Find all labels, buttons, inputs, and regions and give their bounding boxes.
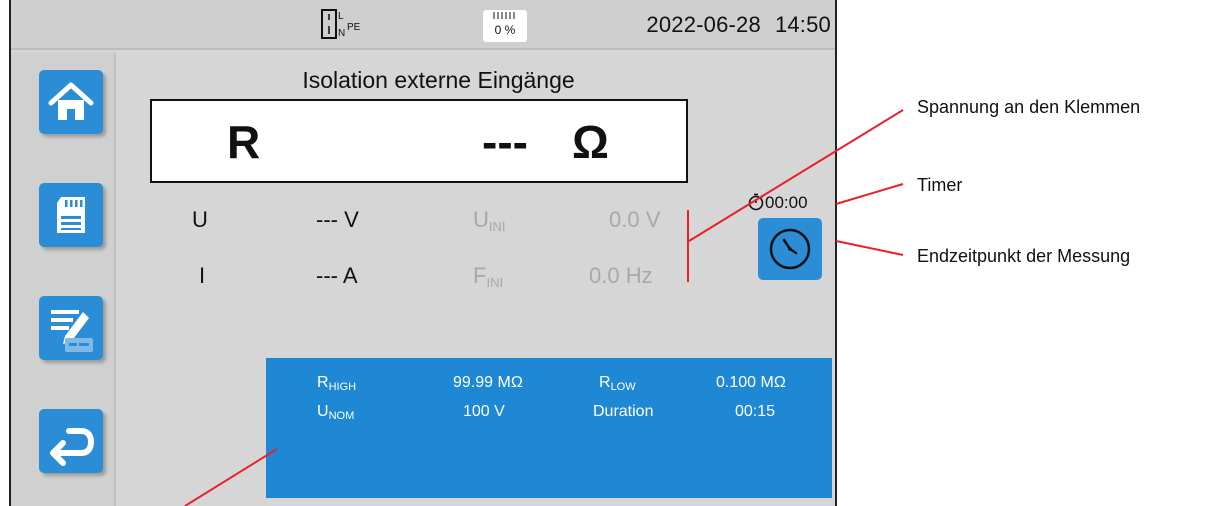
rhigh-label: RHIGH	[317, 374, 356, 393]
end-time-button[interactable]	[758, 218, 822, 280]
svg-text:L: L	[338, 11, 344, 22]
unom-main: U	[317, 403, 329, 420]
fini-main: F	[473, 263, 487, 288]
rlow-sub: LOW	[610, 381, 636, 393]
uini-main: U	[473, 207, 489, 232]
page-title: Isolation externe Eingänge	[302, 67, 575, 93]
wiring-icon: L N PE	[321, 9, 361, 39]
rhigh-sub: HIGH	[328, 381, 357, 393]
device-screen: L N PE 0 % 2022-06-28 14:50 Isolation ex…	[9, 0, 837, 506]
unom-sub: NOM	[328, 410, 355, 422]
status-date: 2022-06-28	[646, 12, 761, 37]
status-bar: L N PE 0 % 2022-06-28 14:50	[11, 0, 835, 50]
rlow-main: R	[599, 374, 611, 391]
rhigh-main: R	[317, 374, 329, 391]
uini-label: UINI	[473, 207, 506, 234]
stopwatch-icon	[748, 193, 764, 211]
fini-sub: INI	[486, 275, 504, 290]
end-time-callout-line	[835, 240, 904, 256]
rlow-value: 0.100 MΩ	[716, 374, 786, 391]
parameters-panel: RHIGH 99.99 MΩ RLOW 0.100 MΩ UNOM 100 V …	[266, 358, 832, 498]
rlow-label: RLOW	[599, 374, 636, 393]
result-unit: Ω	[572, 116, 609, 168]
datetime: 2022-06-28 14:50	[632, 12, 831, 38]
uini-value: 0.0 V	[609, 207, 661, 232]
home-button[interactable]	[39, 70, 103, 134]
timer-value: 00:00	[765, 193, 808, 212]
back-arrow-icon	[50, 428, 95, 466]
unom-value: 100 V	[463, 403, 505, 420]
i-value: --- A	[316, 263, 358, 288]
parameters-icon	[51, 310, 93, 352]
fini-label: FINI	[473, 263, 503, 290]
battery-percent: 0 %	[494, 23, 516, 37]
unom-label: UNOM	[317, 403, 354, 422]
i-label: I	[199, 263, 206, 288]
battery-indicator: 0 %	[483, 10, 527, 42]
callout-voltage: Spannung an den Klemmen	[917, 97, 1141, 117]
timer-callout-line	[835, 183, 904, 205]
svg-text:N: N	[338, 28, 345, 39]
parameters-button[interactable]	[39, 296, 103, 360]
fini-value: 0.0 Hz	[589, 263, 653, 288]
home-icon	[48, 82, 94, 120]
u-value: --- V	[316, 207, 359, 232]
duration-label: Duration	[593, 403, 654, 420]
result-label: R	[227, 116, 261, 168]
battery-icon	[493, 12, 515, 19]
svg-text:PE: PE	[347, 22, 361, 33]
result-value: ---	[482, 116, 528, 168]
rhigh-value: 99.99 MΩ	[453, 374, 523, 391]
status-time: 14:50	[774, 12, 831, 37]
callout-end-time: Endzeitpunkt der Messung	[917, 246, 1131, 266]
uini-sub: INI	[488, 219, 506, 234]
memory-button[interactable]	[39, 183, 103, 247]
back-button[interactable]	[39, 409, 103, 473]
sidebar	[11, 52, 116, 506]
clock-icon	[769, 228, 811, 270]
result-display: R --- Ω	[150, 99, 688, 183]
duration-value: 00:15	[735, 403, 776, 420]
callout-timer: Timer	[917, 175, 963, 195]
timer: 00:00	[747, 193, 808, 213]
sd-card-icon	[57, 197, 85, 233]
u-label: U	[192, 207, 208, 232]
